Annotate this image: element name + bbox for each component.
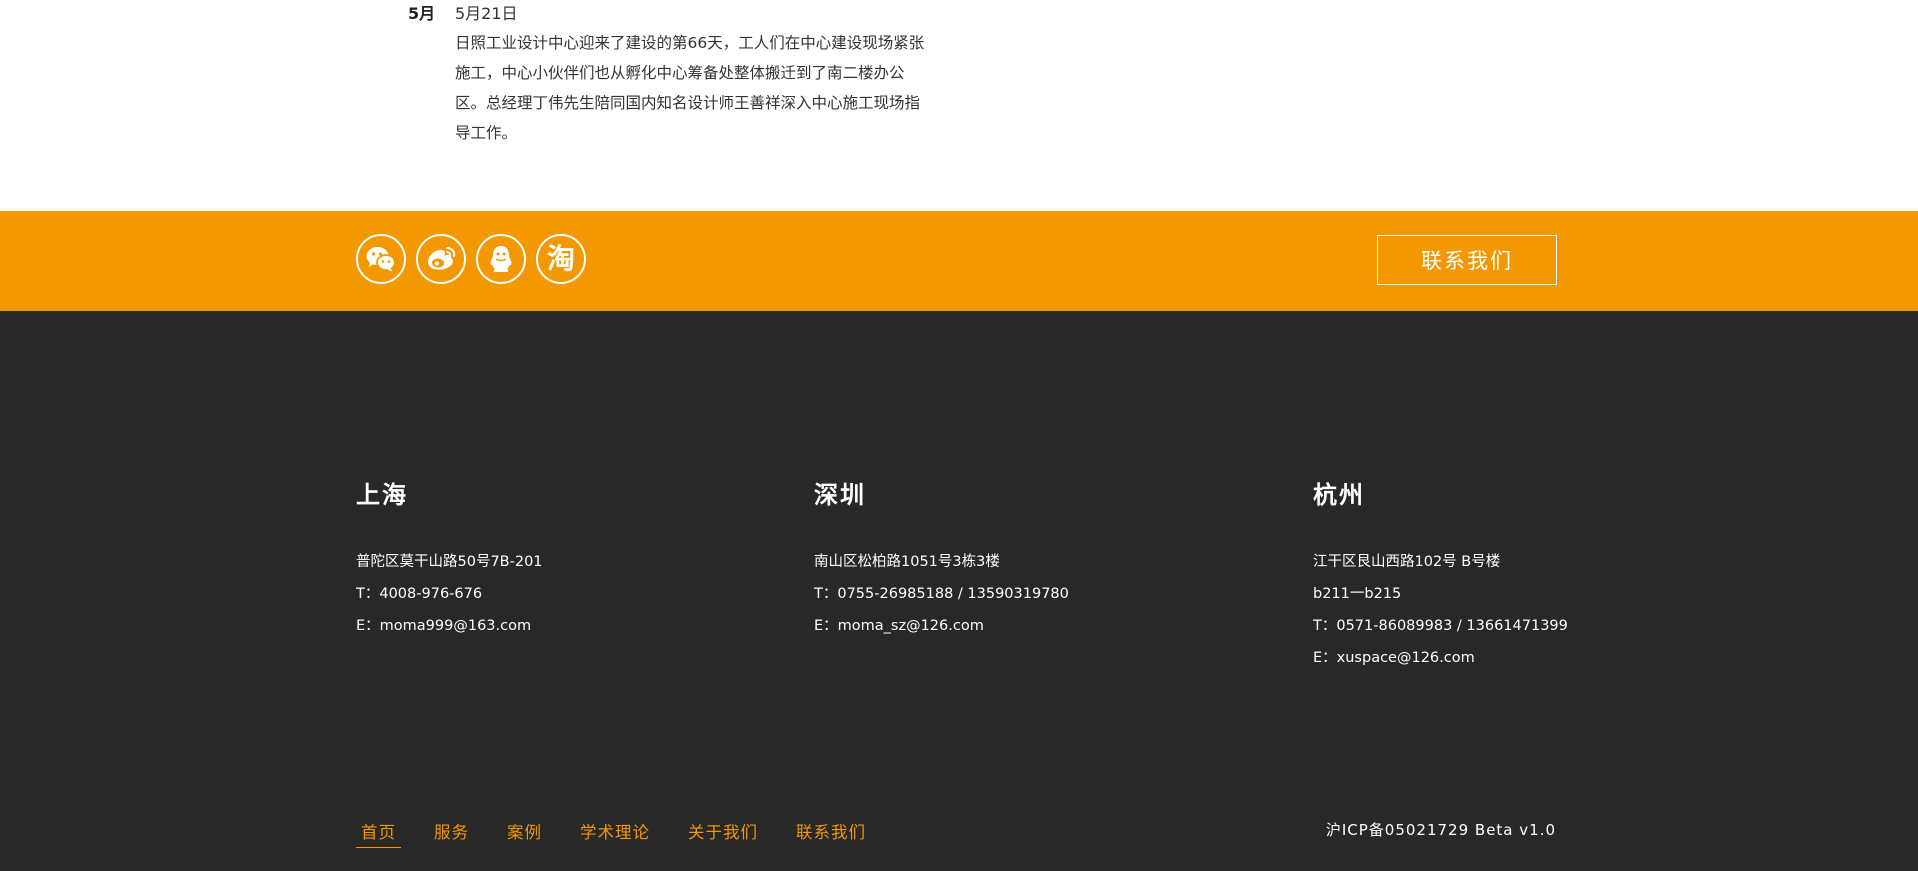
- contact-us-button[interactable]: 联系我们: [1377, 235, 1557, 285]
- office-hangzhou: 杭州 江干区艮山西路102号 B号楼 b211一b215 T：0571-8608…: [1313, 481, 1568, 674]
- taobao-glyph: 淘: [546, 242, 575, 275]
- qq-icon[interactable]: [476, 234, 526, 284]
- icp-license: 沪ICP备05021729 Beta v1.0: [1325, 821, 1556, 839]
- office-city: 杭州: [1313, 481, 1365, 509]
- timeline-month: 5月: [408, 4, 436, 23]
- office-address: 南山区松柏路1051号3栋3楼: [814, 554, 1000, 570]
- nav-about-us[interactable]: 关于我们: [683, 819, 763, 848]
- wechat-icon[interactable]: [356, 234, 406, 284]
- office-email: E：moma_sz@126.com: [814, 618, 984, 634]
- office-address: 普陀区莫干山路50号7B-201: [356, 554, 543, 570]
- office-shenzhen: 深圳 南山区松柏路1051号3栋3楼 T：0755-26985188 / 135…: [814, 481, 1069, 642]
- office-phone: T：0755-26985188 / 13590319780: [814, 586, 1069, 602]
- footer: 上海 普陀区莫干山路50号7B-201 T：4008-976-676 E：mom…: [0, 311, 1918, 871]
- taobao-icon[interactable]: 淘: [536, 234, 586, 284]
- nav-contact-us[interactable]: 联系我们: [791, 819, 871, 848]
- weibo-icon[interactable]: [416, 234, 466, 284]
- nav-cases[interactable]: 案例: [502, 819, 547, 848]
- office-address: 江干区艮山西路102号 B号楼: [1313, 554, 1501, 570]
- office-phone: T：0571-86089983 / 13661471399: [1313, 618, 1568, 634]
- nav-services[interactable]: 服务: [429, 819, 474, 848]
- nav-home[interactable]: 首页: [356, 819, 401, 848]
- office-email: E：moma999@163.com: [356, 618, 532, 634]
- nav-academic-theory[interactable]: 学术理论: [575, 819, 655, 848]
- office-phone: T：4008-976-676: [356, 586, 483, 602]
- office-city: 深圳: [814, 481, 866, 509]
- office-shanghai: 上海 普陀区莫干山路50号7B-201 T：4008-976-676 E：mom…: [356, 481, 543, 642]
- social-bar: 淘 联系我们: [0, 211, 1918, 311]
- office-city: 上海: [356, 481, 408, 509]
- footer-nav: 首页 服务 案例 学术理论 关于我们 联系我们: [356, 819, 899, 848]
- office-email: E：xuspace@126.com: [1313, 650, 1475, 666]
- office-address-room: b211一b215: [1313, 586, 1402, 602]
- news-timeline: 5月 5月21日 日照工业设计中心迎来了建设的第66天，工人们在中心建设现场紧张…: [0, 0, 1918, 211]
- entry-date: 5月21日: [455, 4, 518, 23]
- entry-body: 日照工业设计中心迎来了建设的第66天，工人们在中心建设现场紧张施工，中心小伙伴们…: [455, 34, 925, 142]
